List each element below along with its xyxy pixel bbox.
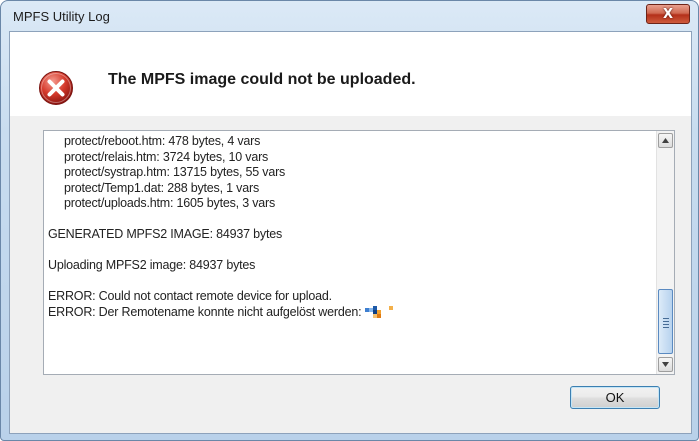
thumb-grip-line bbox=[663, 321, 669, 322]
log-line: protect/relais.htm: 3724 bytes, 10 vars bbox=[64, 149, 269, 164]
scroll-up-arrow-icon bbox=[662, 138, 669, 143]
thumb-grip-line bbox=[663, 324, 669, 325]
log-line: protect/systrap.htm: 13715 bytes, 55 var… bbox=[64, 165, 286, 179]
log-content: protect/reboot.htm: 478 bytes, 4 vars pr… bbox=[48, 134, 654, 374]
garbled-characters-icon bbox=[364, 306, 393, 319]
log-textbox[interactable]: protect/reboot.htm: 478 bytes, 4 vars pr… bbox=[43, 130, 675, 375]
close-button[interactable]: X bbox=[646, 4, 690, 24]
thumb-grip-line bbox=[663, 327, 669, 328]
title-bar[interactable]: MPFS Utility Log X bbox=[1, 1, 698, 31]
dialog-body: protect/reboot.htm: 478 bytes, 4 vars pr… bbox=[10, 116, 691, 433]
scroll-down-button[interactable] bbox=[658, 357, 673, 372]
close-icon: X bbox=[662, 6, 674, 22]
log-line-text: ERROR: Der Remotename konnte nicht aufge… bbox=[48, 304, 362, 319]
scroll-up-button[interactable] bbox=[658, 133, 673, 148]
dialog-window: MPFS Utility Log X The MPFS image could … bbox=[0, 0, 699, 441]
log-line: protect/reboot.htm: 478 bytes, 4 vars bbox=[64, 134, 261, 148]
log-line: GENERATED MPFS2 IMAGE: 84937 bytes bbox=[48, 227, 283, 241]
window-title: MPFS Utility Log bbox=[13, 9, 110, 24]
log-line: protect/Temp1.dat: 288 bytes, 1 vars bbox=[64, 180, 259, 195]
vertical-scrollbar[interactable] bbox=[656, 131, 674, 374]
log-line: ERROR: Could not contact remote device f… bbox=[48, 289, 332, 303]
error-heading: The MPFS image could not be uploaded. bbox=[108, 71, 416, 88]
dialog-header: The MPFS image could not be uploaded. bbox=[10, 32, 691, 116]
log-line: protect/uploads.htm: 1605 bytes, 3 vars bbox=[64, 196, 276, 210]
scroll-down-arrow-icon bbox=[662, 362, 669, 367]
ok-button[interactable]: OK bbox=[570, 386, 660, 409]
log-line: ERROR: Der Remotename konnte nicht aufge… bbox=[48, 305, 654, 321]
log-line: Uploading MPFS2 image: 84937 bytes bbox=[48, 258, 256, 272]
dialog-client-area: The MPFS image could not be uploaded. pr… bbox=[9, 31, 692, 434]
error-icon bbox=[39, 71, 73, 105]
scrollbar-thumb[interactable] bbox=[658, 289, 673, 354]
thumb-grip-line bbox=[663, 318, 669, 319]
